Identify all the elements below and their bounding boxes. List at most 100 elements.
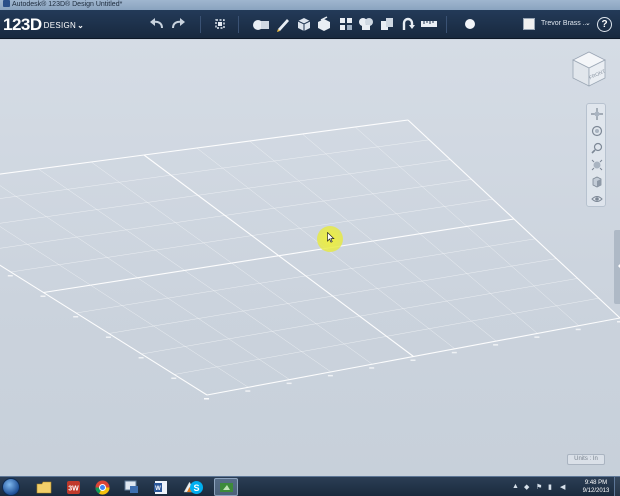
- clock-date: 9/12/2013: [582, 488, 610, 494]
- combine-button[interactable]: [378, 15, 396, 33]
- measure-icon: [421, 21, 437, 27]
- tray-show-hidden-icon[interactable]: ▲: [512, 483, 519, 490]
- grid-line: [355, 126, 579, 326]
- taskbar-chrome[interactable]: [91, 478, 113, 496]
- units-button[interactable]: Units : In: [567, 454, 605, 465]
- view-mode-button[interactable]: [589, 174, 605, 190]
- start-button[interactable]: [2, 478, 20, 496]
- sketch-icon: [277, 19, 289, 32]
- grouping-button[interactable]: [357, 15, 375, 33]
- grid-tick-mark: [327, 374, 333, 377]
- taskbar-explorer[interactable]: [33, 478, 55, 496]
- modify-icon: [318, 16, 330, 31]
- grid-line: [0, 226, 249, 388]
- ground-grid: [0, 119, 620, 400]
- svg-text:S: S: [193, 483, 199, 493]
- taskbar-word[interactable]: W: [149, 478, 171, 496]
- combine-icon: [381, 18, 393, 30]
- grid-tick-mark: [138, 357, 144, 359]
- tray-volume-icon[interactable]: ◀: [560, 483, 565, 491]
- tray-app-icon[interactable]: ◆: [524, 483, 529, 491]
- grid-line: [10, 198, 493, 273]
- redo-button[interactable]: [169, 15, 187, 33]
- pattern-icon: [340, 18, 352, 30]
- grid-line: [0, 179, 472, 249]
- construct-icon: [297, 18, 311, 31]
- user-menu-chevron-icon[interactable]: ⌄: [585, 19, 591, 27]
- zoom-icon: [591, 142, 603, 154]
- grid-line: [0, 264, 208, 396]
- sketchup-icon: 3W: [66, 480, 80, 494]
- viewcube[interactable]: FRONT: [569, 48, 607, 95]
- toolbar-separator: [200, 16, 201, 33]
- undo-icon: [150, 18, 163, 29]
- logo-main: 123D: [3, 15, 42, 34]
- grid-tick-mark: [369, 367, 375, 369]
- grid-tick-mark: [451, 351, 457, 354]
- app-menu-button[interactable]: 123D DESIGN⌄: [3, 15, 84, 35]
- material-icon: [465, 19, 475, 29]
- primitives-icon: [253, 20, 269, 30]
- measure-button[interactable]: [420, 15, 438, 33]
- window-title: Autodesk® 123D® Design Untitled*: [12, 1, 123, 8]
- eye-icon: [591, 196, 603, 202]
- 3d-viewport[interactable]: FRONT Units: In: [0, 40, 620, 476]
- snap-icon: [402, 17, 415, 30]
- show-desktop-button[interactable]: [614, 477, 620, 496]
- toolbar-separator: [446, 16, 447, 33]
- window-titlebar: Autodesk® 123D® Design Untitled*: [0, 0, 620, 10]
- snap-button[interactable]: [399, 15, 417, 33]
- grid-tick-mark: [245, 390, 251, 392]
- folder-icon: [36, 481, 52, 493]
- logo-sub: DESIGN: [43, 21, 77, 30]
- svg-text:W: W: [155, 486, 161, 492]
- grid-tick-mark: [105, 336, 111, 338]
- construct-button[interactable]: [295, 15, 313, 33]
- chrome-icon: [94, 480, 110, 495]
- taskbar-123d[interactable]: [214, 478, 238, 496]
- zoom-button[interactable]: [589, 140, 605, 156]
- undo-button[interactable]: [148, 15, 166, 33]
- modify-button[interactable]: [315, 15, 333, 33]
- grid-tick-mark: [7, 275, 13, 277]
- tray-network-icon[interactable]: ▮: [548, 483, 552, 491]
- visibility-button[interactable]: [589, 191, 605, 207]
- fit-button[interactable]: [589, 157, 605, 173]
- primitives-button[interactable]: [252, 15, 270, 33]
- pattern-button[interactable]: [337, 15, 355, 33]
- fit-icon: [591, 159, 603, 171]
- taskbar-sketchup[interactable]: 3W: [62, 478, 84, 496]
- tray-flag-icon[interactable]: ⚑: [536, 483, 542, 491]
- navigation-bar: [586, 103, 606, 207]
- logo-caret: ⌄: [77, 21, 84, 30]
- windows-taskbar: 3W W S ▲ ◆ ⚑ ▮ ◀ 9:48 PM 9/12/2013: [0, 476, 620, 496]
- grid-tick-mark: [534, 336, 540, 338]
- transform-button[interactable]: [211, 15, 229, 33]
- taskbar-remote[interactable]: [120, 478, 142, 496]
- mouse-cursor-icon: [327, 232, 335, 243]
- orbit-icon: [591, 125, 603, 137]
- user-name[interactable]: Trevor Brass ...: [541, 20, 589, 27]
- taskbar-clock[interactable]: 9:48 PM 9/12/2013: [581, 479, 611, 495]
- sketch-button[interactable]: [274, 15, 292, 33]
- grid-line: [0, 119, 409, 175]
- grid-tick-mark: [286, 382, 292, 385]
- grid-line: [143, 154, 414, 357]
- grid-tick-mark: [204, 398, 209, 400]
- taskbar-skype[interactable]: S: [185, 478, 207, 496]
- view-mode-icon: [592, 176, 602, 188]
- grid-tick-mark: [171, 377, 177, 379]
- material-button[interactable]: [461, 15, 479, 33]
- orbit-button[interactable]: [589, 123, 605, 139]
- grid-tick-mark: [493, 344, 499, 346]
- help-button[interactable]: ?: [597, 17, 612, 32]
- pan-icon: [591, 108, 603, 120]
- side-panel-toggle[interactable]: [614, 230, 620, 304]
- remote-desktop-icon: [124, 480, 138, 493]
- pan-button[interactable]: [589, 106, 605, 122]
- word-icon: W: [153, 480, 167, 494]
- user-avatar[interactable]: [523, 18, 535, 30]
- transform-icon: [215, 19, 225, 29]
- app-icon: [3, 0, 10, 7]
- grid-line: [0, 139, 430, 199]
